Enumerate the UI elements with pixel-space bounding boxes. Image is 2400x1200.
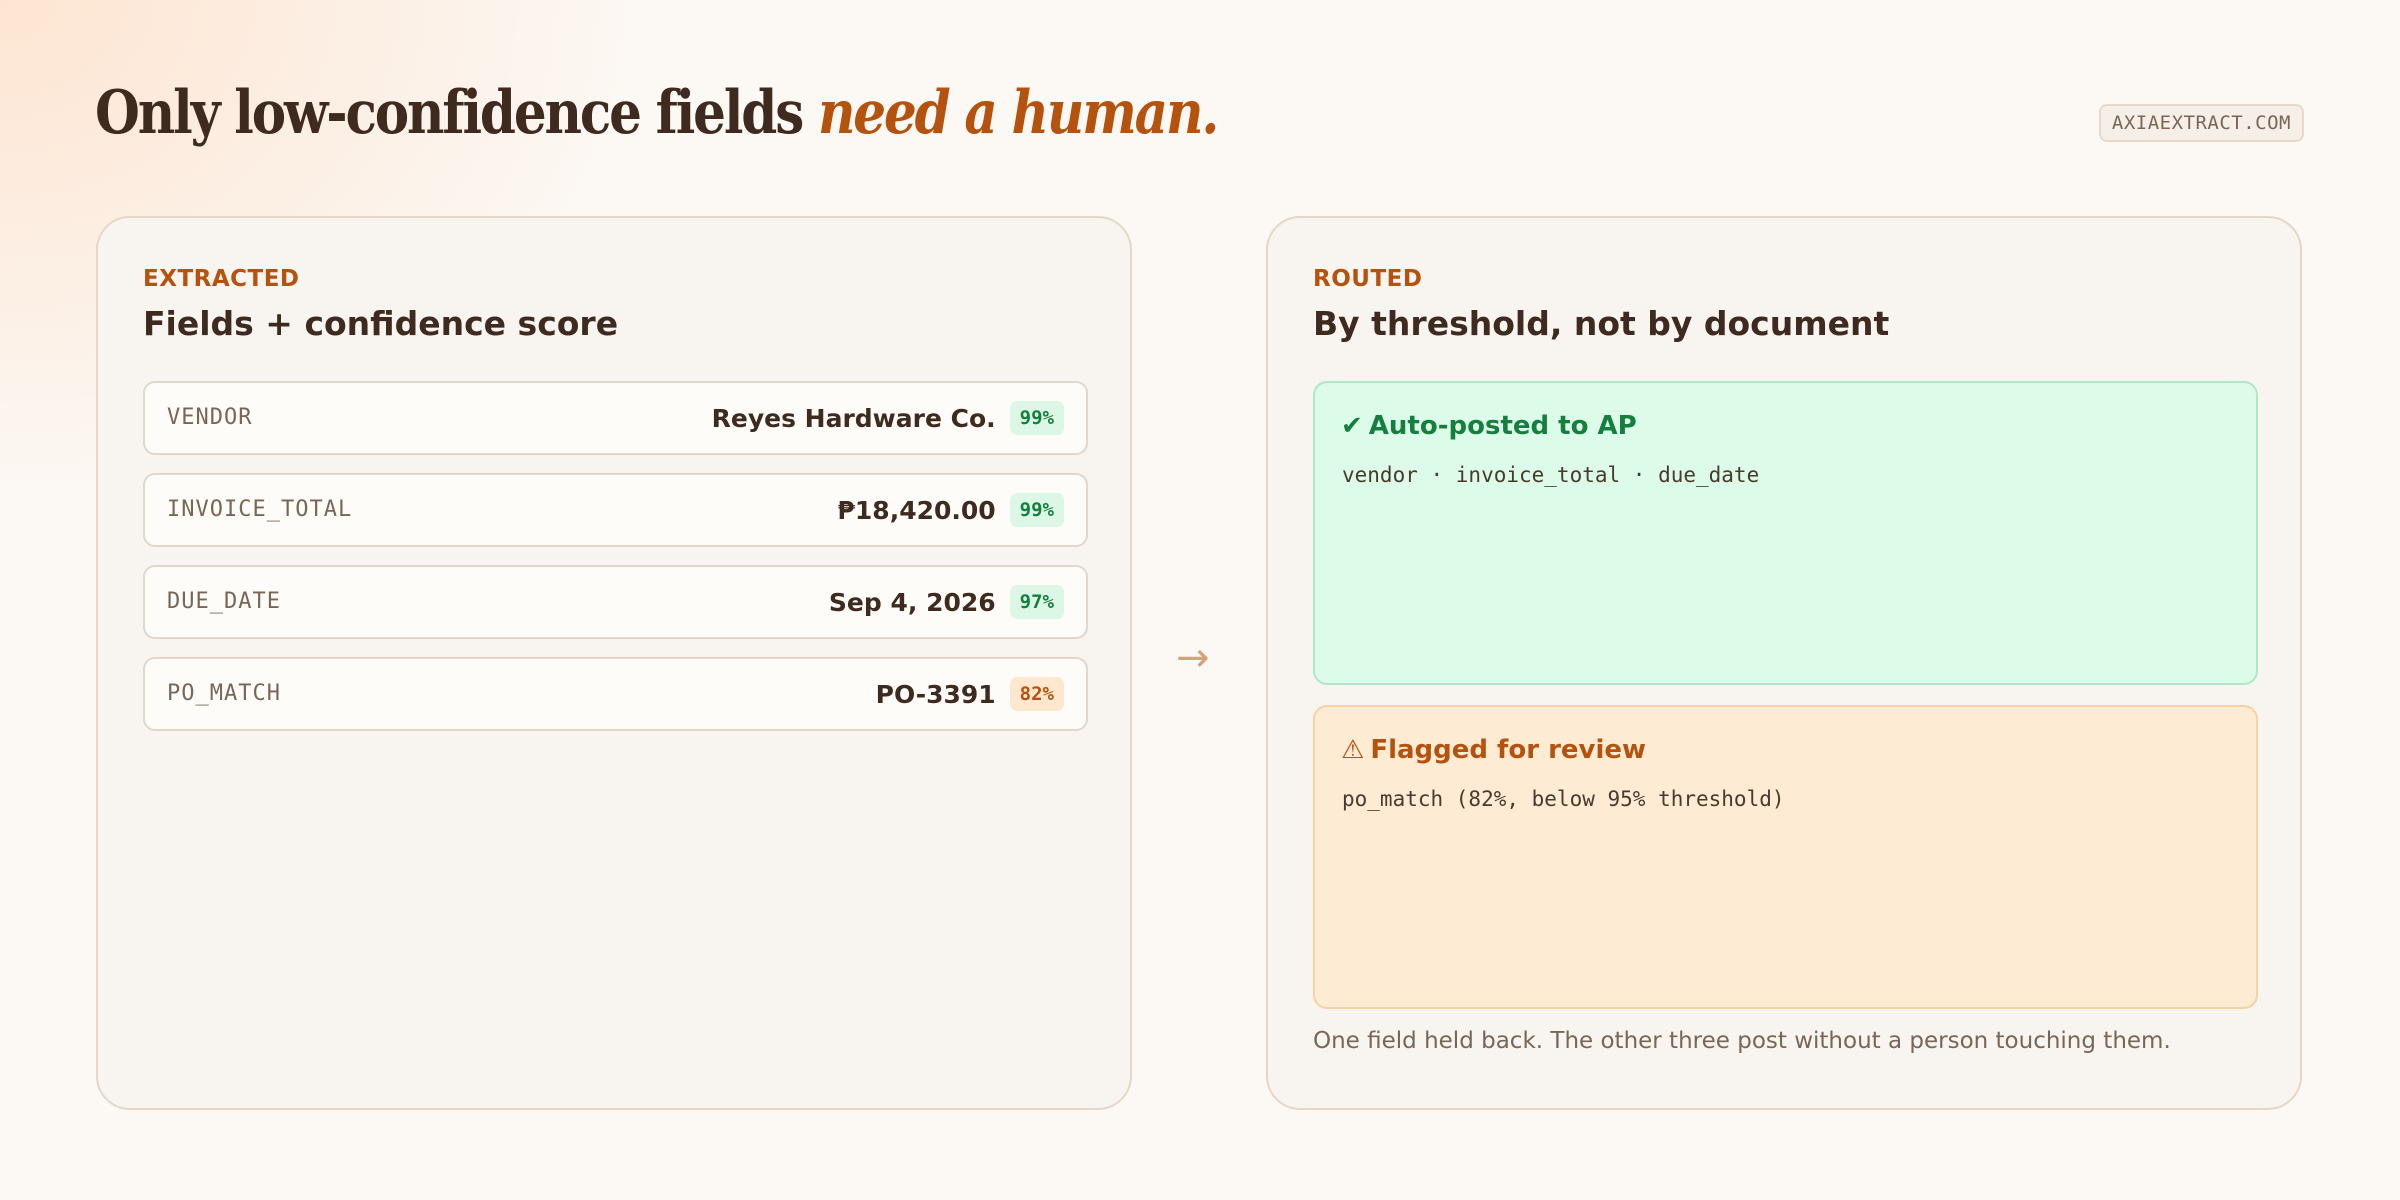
field-row-due-date: DUE_DATE Sep 4, 2026 97% [143,565,1088,639]
flagged-card: ⚠ Flagged for review po_match (82%, below… [1313,705,2258,1009]
flagged-label: Flagged for review [1370,735,1647,765]
auto-posted-fields: vendor · invoice_total · due_date [1342,463,1760,487]
right-arrow-icon: → [1176,635,1210,681]
field-value: ₱18,420.00 [837,495,996,525]
confidence-badge: 99% [1009,493,1064,527]
flagged-fields: po_match (82%, below 95% threshold) [1342,787,1785,811]
field-row-vendor: VENDOR Reyes Hardware Co. 99% [143,381,1088,455]
extracted-title: Fields + confidence score [143,304,619,343]
extracted-eyebrow: EXTRACTED [143,266,300,292]
warning-icon: ⚠ [1341,735,1365,765]
confidence-badge: 97% [1009,585,1064,619]
field-key: PO_MATCH [167,681,281,706]
auto-posted-card: ✔ Auto-posted to AP vendor · invoice_tota… [1313,381,2258,685]
field-value: Reyes Hardware Co. [711,403,996,433]
extracted-panel: EXTRACTED Fields + confidence score VEND… [96,216,1132,1110]
field-key: INVOICE_TOTAL [167,497,353,522]
confidence-badge: 82% [1009,677,1064,711]
field-row-po-match: PO_MATCH PO-3391 82% [143,657,1088,731]
routing-footnote: One field held back. The other three pos… [1313,1028,2171,1054]
confidence-badge: 99% [1009,401,1064,435]
field-key: VENDOR [167,405,253,430]
headline-accent: need a human. [817,78,1219,148]
flagged-title: ⚠ Flagged for review [1341,735,1646,765]
check-icon: ✔ [1341,411,1363,441]
auto-posted-label: Auto-posted to AP [1368,411,1637,441]
routed-eyebrow: ROUTED [1313,266,1423,292]
routed-title: By threshold, not by document [1313,304,1890,343]
auto-posted-title: ✔ Auto-posted to AP [1341,411,1637,441]
field-value: Sep 4, 2026 [828,587,996,617]
headline-text: Only low-confidence fields [95,78,818,148]
field-row-invoice-total: INVOICE_TOTAL ₱18,420.00 99% [143,473,1088,547]
routed-panel: ROUTED By threshold, not by document ✔ Au… [1266,216,2302,1110]
page-headline: Only low-confidence fields need a human. [95,78,1219,148]
field-value: PO-3391 [875,679,996,709]
field-key: DUE_DATE [167,589,281,614]
site-tag[interactable]: AXIAEXTRACT.COM [2098,104,2304,142]
